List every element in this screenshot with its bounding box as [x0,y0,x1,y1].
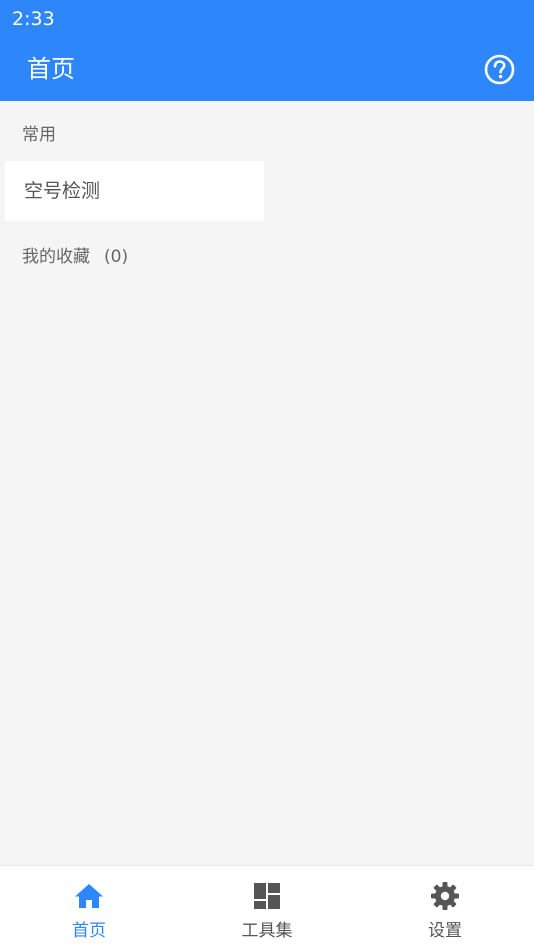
favorites-label: 我的收藏 [22,247,90,267]
gear-icon [431,882,459,910]
nav-label-settings: 设置 [428,921,462,941]
nav-item-settings[interactable]: 设置 [356,866,534,949]
section-label-favorites[interactable]: 我的收藏 (0) [22,242,128,267]
page-title: 首页 [27,55,75,83]
bottom-nav: 首页 工具集 设置 [0,865,534,949]
tool-card-label: 空号检测 [24,180,101,202]
nav-label-tools: 工具集 [241,921,293,941]
app-bar: 首页 [0,38,534,101]
help-icon [484,54,515,85]
main-content: 常用 空号检测 我的收藏 (0) [0,101,534,865]
tool-card-empty-number-check[interactable]: 空号检测 [5,161,264,221]
favorites-count: (0) [104,247,129,267]
nav-item-tools[interactable]: 工具集 [178,866,356,949]
help-button[interactable] [484,54,515,85]
status-bar: 2:33 [0,0,534,38]
nav-label-home: 首页 [72,921,106,941]
home-icon [75,884,103,908]
status-time: 2:33 [12,8,55,30]
section-label-common: 常用 [22,125,56,145]
dashboard-icon [254,883,280,909]
nav-item-home[interactable]: 首页 [0,866,178,949]
